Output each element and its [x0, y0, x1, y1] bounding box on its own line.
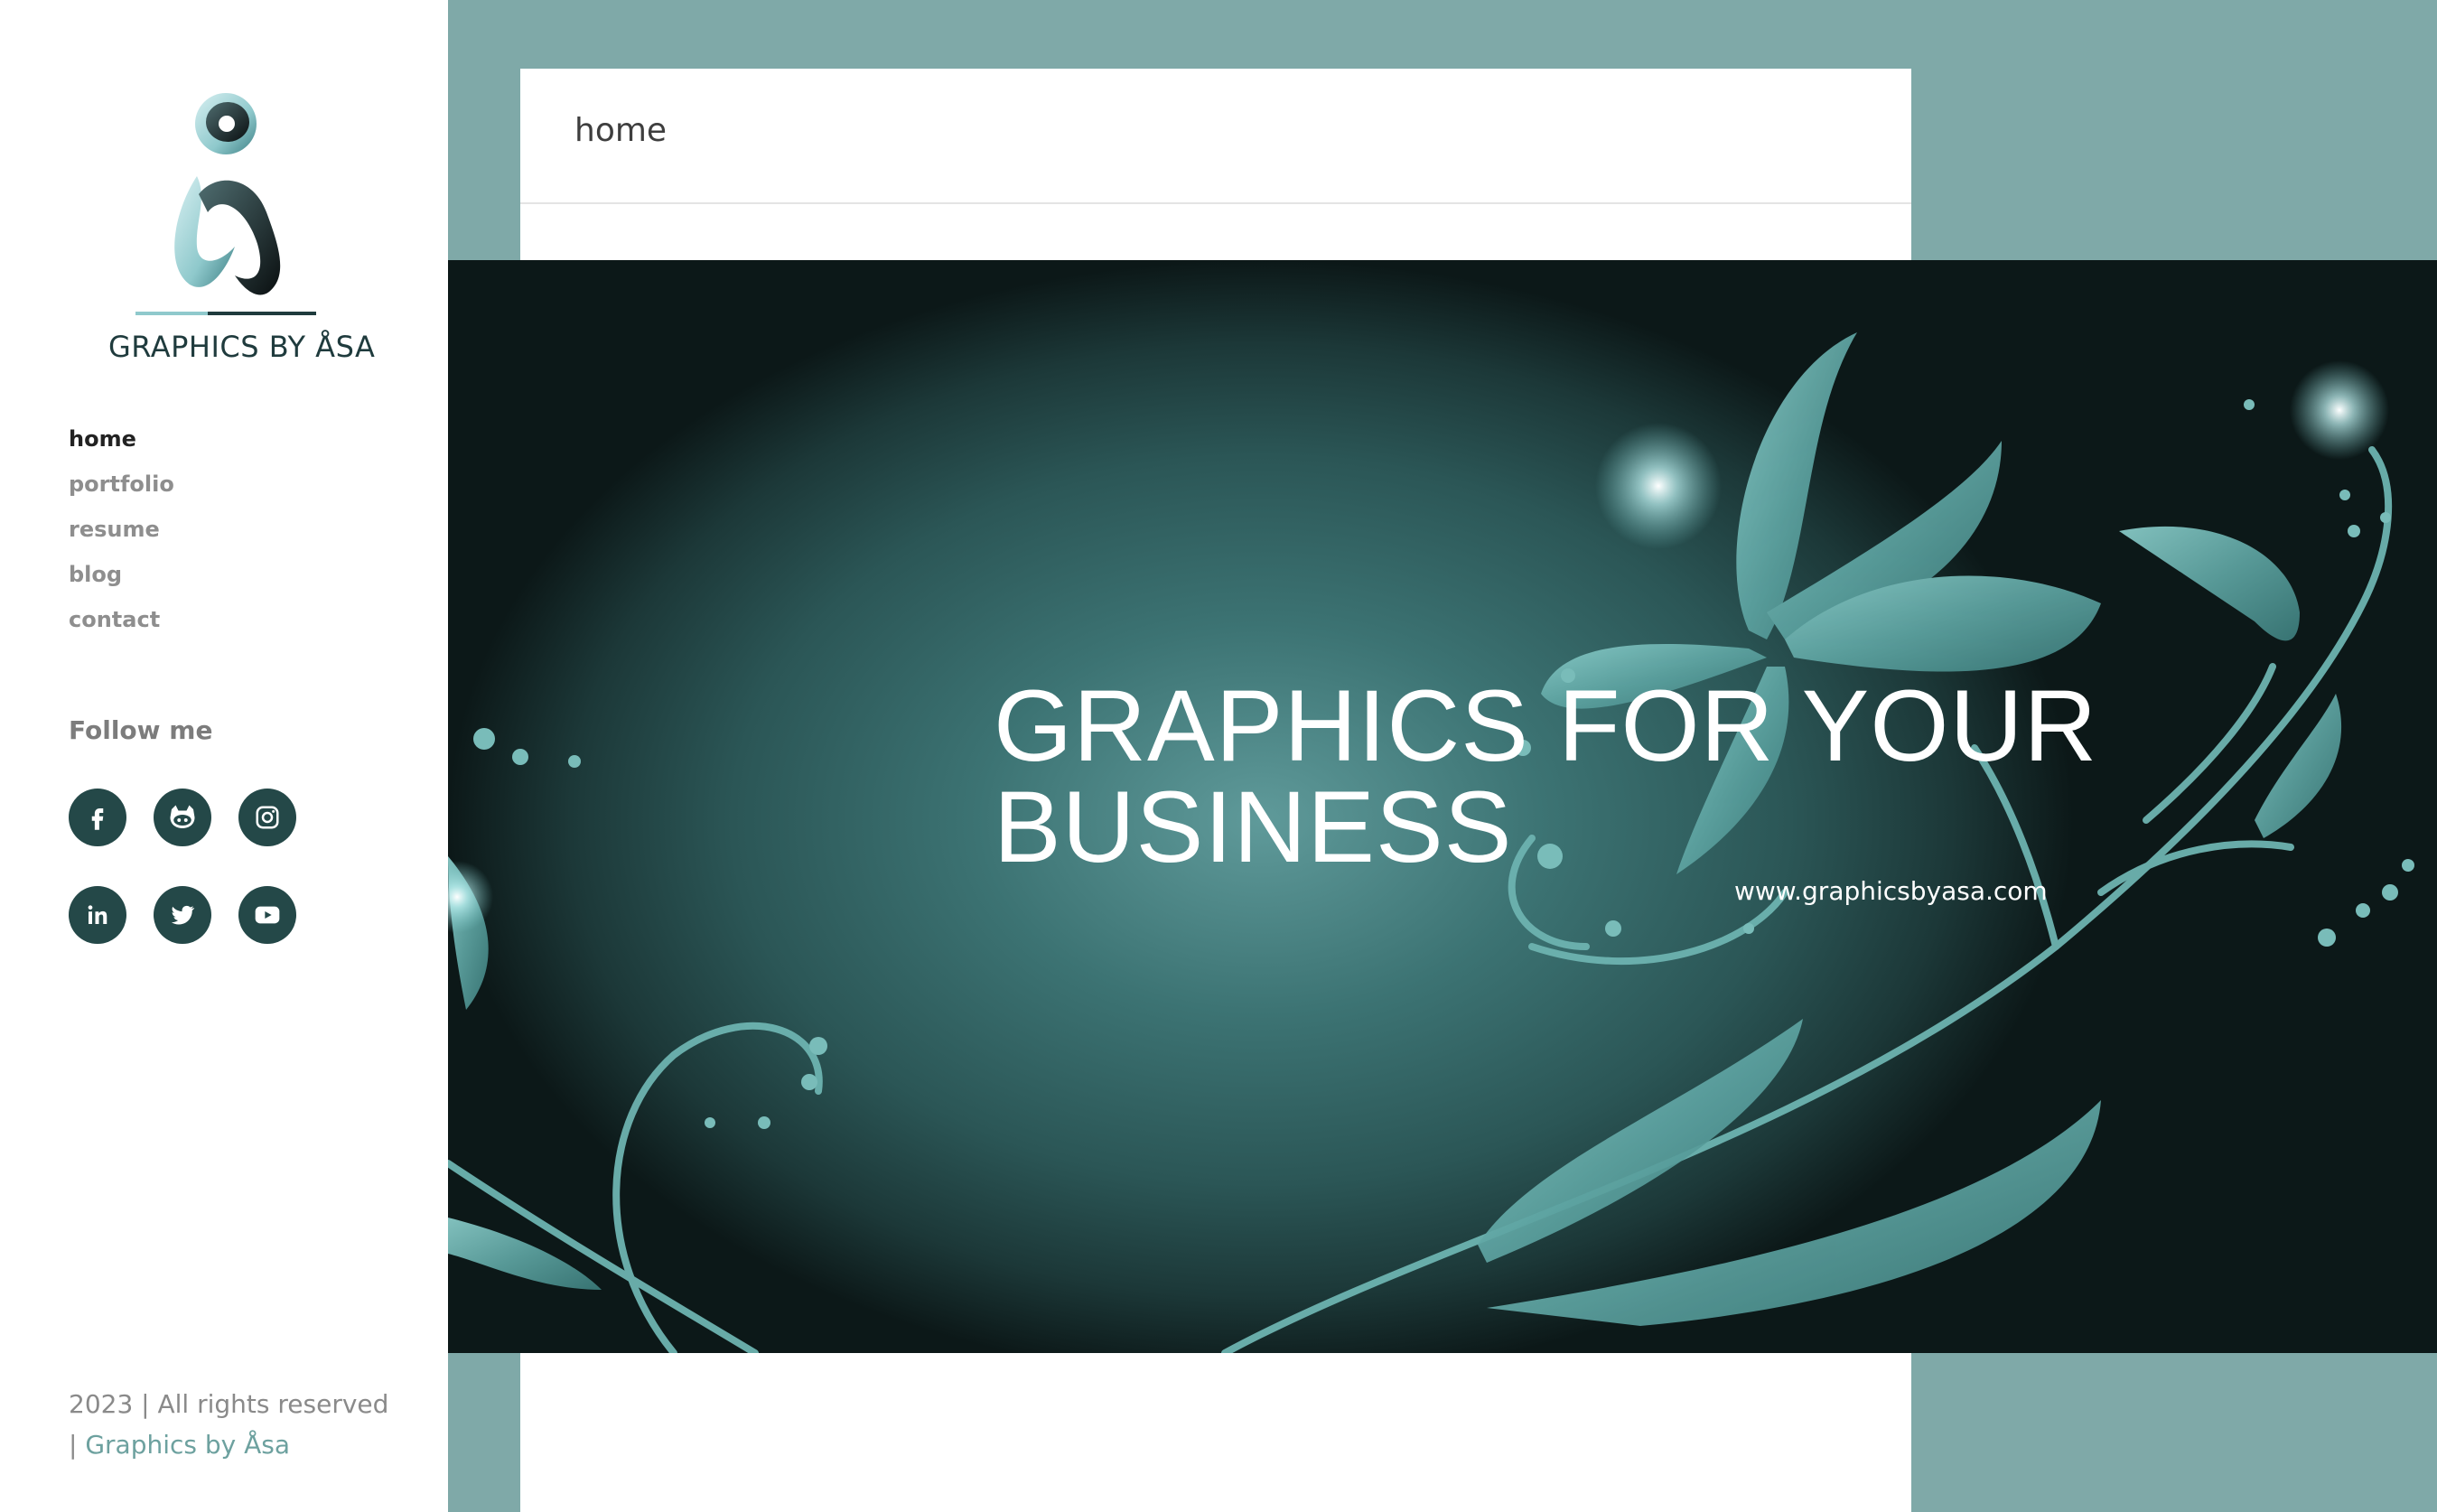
page-title: home	[574, 112, 668, 149]
brand-logo[interactable]: GRAPHICS BY ÅSA	[108, 86, 376, 375]
nav-item-portfolio[interactable]: portfolio	[69, 466, 174, 511]
footer-credit: | Graphics by Åsa	[69, 1424, 430, 1465]
hero-heading: GRAPHICS FOR YOUR BUSINESS	[994, 676, 2168, 878]
twitter-link[interactable]	[154, 886, 211, 944]
nav-item-blog[interactable]: blog	[69, 556, 174, 602]
youtube-icon	[255, 906, 280, 924]
instagram-icon	[256, 806, 279, 829]
linkedin-link[interactable]	[69, 886, 126, 944]
instagram-link[interactable]	[238, 789, 296, 846]
nav-item-home[interactable]: home	[69, 421, 174, 466]
hero-website-url: www.graphicsbyasa.com	[1734, 876, 2048, 906]
copyright-text: 2023 | All rights reserved	[69, 1389, 389, 1419]
linkedin-icon	[88, 905, 107, 924]
twitter-icon	[171, 905, 195, 925]
follow-title: Follow me	[69, 715, 213, 745]
nav-item-resume[interactable]: resume	[69, 511, 174, 556]
youtube-link[interactable]	[238, 886, 296, 944]
facebook-icon	[91, 808, 104, 830]
github-link[interactable]	[154, 789, 211, 846]
hero-banner: GRAPHICS FOR YOUR BUSINESS www.graphicsb…	[448, 260, 2437, 1353]
sidebar: GRAPHICS BY ÅSA home portfolio resume bl…	[0, 0, 448, 1512]
sidebar-footer: 2023 | All rights reserved | Graphics by…	[69, 1384, 430, 1465]
footer-credit-link[interactable]: Graphics by Åsa	[85, 1430, 290, 1460]
hero-heading-line-1: GRAPHICS FOR YOUR	[994, 669, 2098, 782]
brand-name: GRAPHICS BY ÅSA	[108, 330, 376, 364]
page-header: home	[520, 69, 1911, 204]
hero-heading-line-2: BUSINESS	[994, 770, 1513, 883]
logo-mark-icon	[135, 93, 316, 315]
main-nav: home portfolio resume blog contact	[69, 421, 174, 647]
footer-separator: |	[69, 1430, 78, 1460]
facebook-link[interactable]	[69, 789, 126, 846]
nav-item-contact[interactable]: contact	[69, 602, 174, 647]
github-icon	[170, 805, 195, 828]
